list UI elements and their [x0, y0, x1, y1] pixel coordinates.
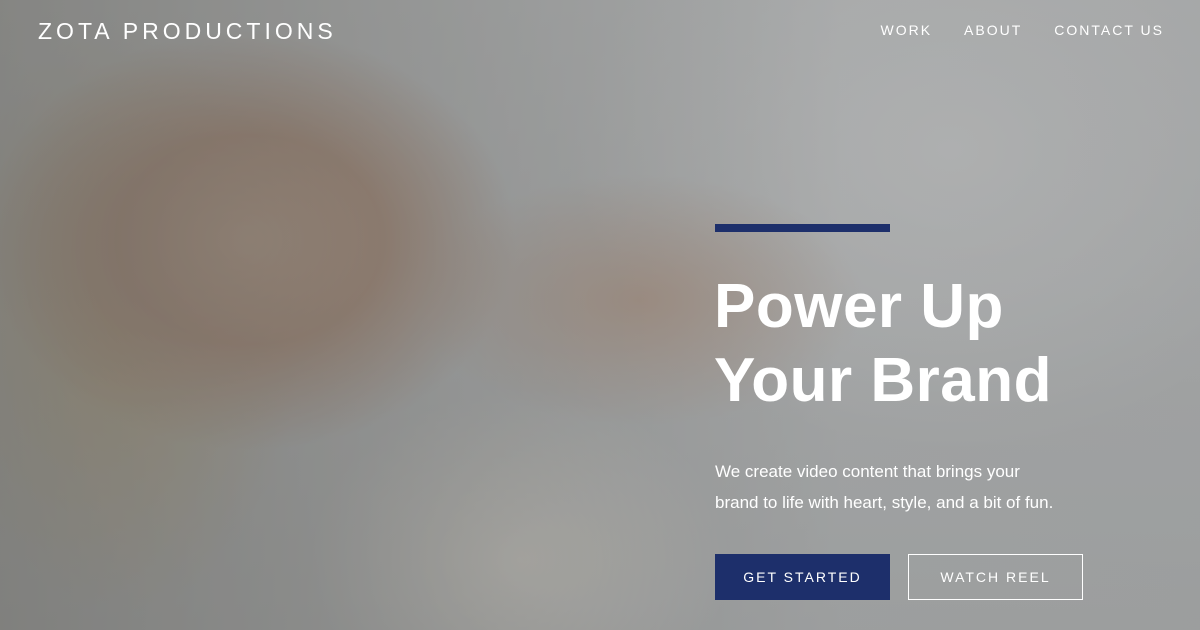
headline-accent-bar — [715, 224, 890, 232]
hero-headline: Power Up Your Brand — [714, 270, 1052, 418]
hero-section: ZOTA PRODUCTIONS WORK ABOUT CONTACT US P… — [0, 0, 1200, 630]
headline-line-1: Power Up — [714, 272, 1004, 341]
hero-subtext: We create video content that brings your… — [715, 456, 1115, 518]
nav-item-work[interactable]: WORK — [880, 22, 932, 38]
subtext-line-2: brand to life with heart, style, and a b… — [715, 493, 1054, 512]
subtext-line-1: We create video content that brings your — [715, 462, 1020, 481]
site-logo[interactable]: ZOTA PRODUCTIONS — [38, 18, 337, 45]
get-started-button[interactable]: GET STARTED — [715, 554, 890, 600]
nav-item-about[interactable]: ABOUT — [964, 22, 1022, 38]
main-nav: WORK ABOUT CONTACT US — [880, 22, 1164, 38]
headline-line-2: Your Brand — [714, 346, 1052, 415]
watch-reel-button[interactable]: WATCH REEL — [908, 554, 1083, 600]
nav-item-contact-us[interactable]: CONTACT US — [1054, 22, 1164, 38]
